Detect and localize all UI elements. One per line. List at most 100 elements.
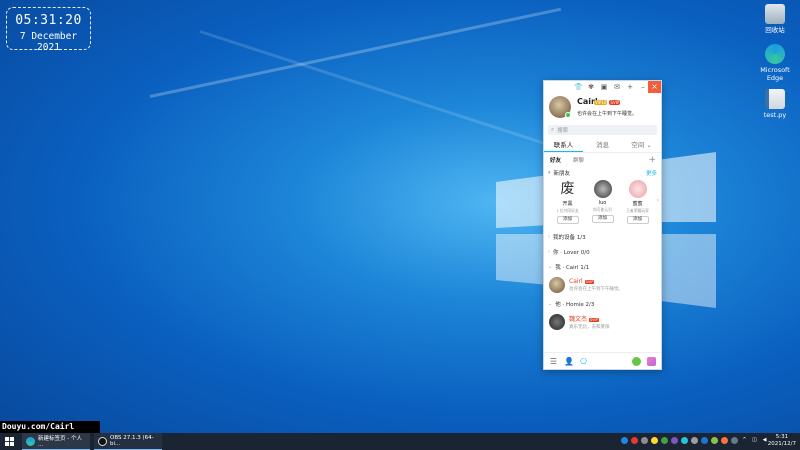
contact-signature: 也许会在上午到下午睡觉。 [569, 287, 623, 292]
chevron-right-icon[interactable]: › [657, 197, 659, 204]
edge-icon [26, 436, 35, 446]
desktop-icon-label: Microsoft Edge [760, 66, 790, 82]
avatar [549, 277, 565, 293]
file-assistant-icon[interactable]: ⎔ [579, 357, 588, 366]
butterfly-icon[interactable]: ✾ [587, 83, 595, 91]
tray-app-icon[interactable] [671, 437, 678, 444]
group-homie[interactable]: ⌄ 他 · Homie 2/3 [544, 296, 661, 311]
recommend-avatar [593, 180, 612, 198]
tab-contacts[interactable]: 联系人 [544, 138, 583, 152]
tray-app-icon[interactable] [661, 437, 668, 444]
tray-app-icon[interactable] [691, 437, 698, 444]
tray-app-icon[interactable] [721, 437, 728, 444]
clock-date: 7 December 2021 [19, 31, 78, 53]
recommend-name: 开黑 [562, 201, 573, 207]
clock-widget: 05:31:20 7 December 2021 [6, 7, 91, 53]
recommend-name: 蜜蜜 [632, 201, 643, 207]
taskbar-item-label: OBS 27.1.3 (64-bi... [110, 435, 154, 447]
contact-name: Cairl [569, 278, 583, 285]
edge-icon [765, 44, 785, 64]
desktop-icon-edge[interactable]: Microsoft Edge [752, 44, 798, 82]
search-placeholder: 搜索 [557, 128, 569, 134]
svip-badge: SVIP [588, 317, 599, 322]
taskbar: 新建标签页 - 个人 ... OBS 27.1.3 (64-bi... ^ ◫ … [0, 433, 800, 450]
main-tabs: 联系人 消息 空间 ⌄ [544, 138, 661, 153]
gift-icon[interactable]: ▣ [600, 83, 608, 91]
recommend-card[interactable]: luo 你可能认识 添加 [589, 179, 617, 229]
stream-watermark: Douyu.com/Cairl [0, 421, 100, 433]
desktop-icon-label: test.py [763, 111, 787, 119]
online-status-icon[interactable] [565, 112, 571, 118]
add-friend-button[interactable]: 添加 [591, 215, 614, 223]
tab-messages[interactable]: 消息 [583, 138, 622, 152]
network-icon[interactable]: ◫ [751, 437, 758, 444]
contact-name: 魏文杰 [569, 316, 588, 323]
recycle-bin-icon [765, 4, 785, 24]
new-friends-header[interactable]: ▾ 新朋友 更多 [544, 167, 661, 179]
taskbar-item-edge[interactable]: 新建标签页 - 个人 ... [22, 433, 90, 450]
recommend-card[interactable]: 蜜蜜 王者荣耀玩家 添加 [624, 179, 652, 229]
recommend-avatar: 废 [560, 181, 575, 197]
tray-app-icon[interactable] [711, 437, 718, 444]
desktop-icon-recycle-bin[interactable]: 回收站 [752, 4, 798, 34]
wallpaper-light-beam [149, 7, 562, 98]
tray-app-icon[interactable] [631, 437, 638, 444]
vip-badge: VIP10 [594, 100, 608, 105]
svip-badge: SVIP [609, 100, 621, 105]
mail-icon[interactable]: ✉ [613, 83, 621, 91]
python-file-icon [765, 89, 785, 109]
avatar [549, 314, 565, 330]
tab-qzone[interactable]: 空间 ⌄ [622, 138, 661, 152]
keyboard-icon[interactable] [731, 437, 738, 444]
contact-subtabs: 好友 群聊 + [544, 153, 661, 167]
profile-header: Cairl VIP10 SVIP 也许会在上午到下午睡觉。 [544, 93, 661, 123]
obs-icon [98, 436, 107, 446]
clock-time: 05:31:20 [15, 13, 82, 28]
close-button[interactable]: × [648, 81, 661, 93]
add-friend-icon[interactable]: 👤 [564, 357, 574, 366]
tray-app-icon[interactable] [641, 437, 648, 444]
search-input[interactable]: ⌕ 搜索 [548, 125, 657, 135]
contact-row[interactable]: Cairl SVIP 也许会在上午到下午睡觉。 [544, 274, 661, 296]
recommended-friends: 废 开黑 1 位共同好友 添加 luo 你可能认识 添加 蜜蜜 王者荣耀玩家 添… [544, 179, 661, 229]
chevron-down-icon: ⌄ [548, 263, 553, 270]
taskbar-clock-time: 5:31 [775, 434, 789, 440]
game-center-icon[interactable] [632, 356, 641, 366]
menu-icon[interactable]: ☰ [549, 357, 558, 366]
group-label: 我的设备 1/3 [553, 234, 586, 241]
system-tray: ^ ◫ ◀ [621, 437, 768, 444]
start-button[interactable] [0, 433, 18, 450]
more-link[interactable]: 更多 [646, 169, 657, 177]
taskbar-clock[interactable]: 5:31 2021/12/7 [768, 434, 796, 448]
taskbar-item-label: 新建标签页 - 个人 ... [38, 436, 82, 448]
chevron-right-icon: › [548, 233, 550, 240]
tray-app-icon[interactable] [701, 437, 708, 444]
search-icon: ⌕ [551, 126, 555, 133]
qq-titlebar[interactable]: 👕 ✾ ▣ ✉ + – × [544, 81, 661, 93]
desktop-icon-test-py[interactable]: test.py [752, 89, 798, 119]
tray-app-icon[interactable] [621, 437, 628, 444]
chevron-down-icon: ⌄ [548, 300, 553, 307]
subtab-friends[interactable]: 好友 [550, 156, 561, 164]
plus-icon[interactable]: + [626, 83, 634, 91]
tray-app-icon[interactable] [681, 437, 688, 444]
add-contact-icon[interactable]: + [648, 155, 656, 165]
group-label: 我 · Cairl 1/1 [555, 264, 590, 271]
contact-signature: 真乐无比，去和莱阳 [569, 325, 610, 330]
group-my-devices[interactable]: › 我的设备 1/3 [544, 229, 661, 244]
recommend-card[interactable]: 废 开黑 1 位共同好友 添加 [554, 179, 582, 229]
chevron-up-icon[interactable]: ^ [741, 437, 748, 444]
subtab-groups[interactable]: 群聊 [573, 156, 584, 164]
taskbar-item-obs[interactable]: OBS 27.1.3 (64-bi... [94, 433, 162, 450]
group-lover[interactable]: › 你 · Lover 0/0 [544, 244, 661, 259]
add-friend-button[interactable]: 添加 [626, 216, 649, 224]
minimize-icon[interactable]: – [639, 83, 647, 91]
contact-row[interactable]: 魏文杰 SVIP 真乐无比，去和莱阳 [544, 311, 661, 333]
group-me[interactable]: ⌄ 我 · Cairl 1/1 [544, 259, 661, 274]
profile-signature[interactable]: 也许会在上午到下午睡觉。 [577, 110, 637, 117]
tray-app-icon[interactable] [651, 437, 658, 444]
app-manager-icon[interactable] [647, 356, 656, 366]
add-friend-button[interactable]: 添加 [556, 216, 579, 224]
shirt-icon[interactable]: 👕 [574, 83, 583, 91]
svip-badge: SVIP [584, 279, 595, 284]
